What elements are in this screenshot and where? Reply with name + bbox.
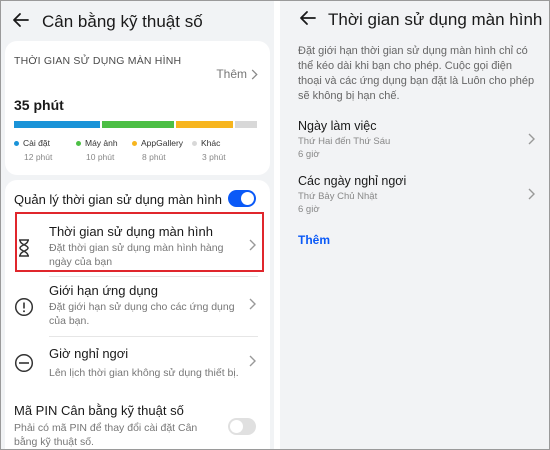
highlight-box	[15, 212, 264, 272]
row-title: Ngày làm việc	[298, 119, 377, 133]
screen-time-usage-card: THỜI GIAN SỬ DỤNG MÀN HÌNH Thêm 35 phút …	[5, 41, 270, 175]
legend-item: Khác 3 phút	[192, 138, 226, 162]
legend-name: Khác	[201, 138, 221, 148]
legend-time: 3 phút	[202, 152, 226, 162]
legend-dot	[76, 141, 81, 147]
legend-dot	[14, 141, 19, 147]
back-arrow-icon[interactable]	[11, 10, 31, 30]
left-top-bar: Cân bằng kỹ thuật số	[1, 1, 274, 43]
digital-balance-panel: Cân bằng kỹ thuật số THỜI GIAN SỬ DỤNG M…	[1, 1, 274, 449]
usage-bar-segment	[14, 121, 101, 128]
manage-screen-time-toggle[interactable]	[228, 190, 256, 207]
info-circle-icon	[14, 297, 34, 317]
legend-name: Máy ảnh	[85, 138, 118, 148]
pin-desc: Phải có mã PIN để thay đổi cài đặt Cân b…	[14, 422, 198, 448]
toggle-knob	[230, 420, 243, 433]
right-top-bar: Thời gian sử dụng màn hình	[280, 1, 549, 43]
usage-bar-segment	[102, 121, 174, 128]
usage-bar	[14, 121, 257, 128]
row-hours: 6 giờ	[298, 204, 320, 215]
usage-bar-segment	[175, 121, 234, 128]
minus-circle-icon	[14, 353, 34, 373]
rest-days-row[interactable]: Các ngày nghỉ ngơi Thứ Bảy Chủ Nhật 6 gi…	[280, 174, 549, 218]
row-days: Thứ Bảy Chủ Nhật	[298, 191, 378, 202]
toggle-knob	[241, 192, 254, 205]
item-desc: Lên lịch thời gian không sử dụng thiết b…	[49, 367, 239, 379]
usage-more-label: Thêm	[216, 67, 247, 81]
item-title: Giới hạn ứng dụng	[49, 283, 159, 298]
usage-total: 35 phút	[14, 97, 64, 113]
page-title: Cân bằng kỹ thuật số	[42, 12, 203, 31]
legend-name: Cài đặt	[23, 138, 50, 148]
chevron-right-icon	[248, 354, 256, 367]
downtime-item[interactable]: Giờ nghỉ ngơi Lên lịch thời gian không s…	[5, 346, 270, 386]
pin-title: Mã PIN Cân bằng kỹ thuật số	[14, 403, 184, 418]
app-limits-item[interactable]: Giới hạn ứng dụng Đặt giới hạn sử dụng c…	[5, 283, 270, 333]
workdays-row[interactable]: Ngày làm việc Thứ Hai đến Thứ Sáu 6 giờ	[280, 119, 549, 163]
legend-time: 12 phút	[24, 152, 53, 162]
item-title: Giờ nghỉ ngơi	[49, 346, 129, 361]
legend-item: AppGallery 8 phút	[132, 138, 183, 162]
divider	[49, 276, 258, 277]
legend-time: 10 phút	[86, 152, 115, 162]
legend-item: Máy ảnh 10 phút	[76, 138, 118, 162]
legend-name: AppGallery	[141, 138, 184, 148]
legend-dot	[192, 141, 197, 147]
chevron-right-icon	[527, 132, 535, 145]
usage-legend: Cài đặt 12 phút Máy ảnh 10 phút AppGallery 8 …	[14, 138, 257, 166]
chevron-right-icon	[251, 68, 258, 80]
pin-toggle[interactable]	[228, 418, 256, 435]
chevron-right-icon	[527, 187, 535, 200]
item-desc: Đặt giới hạn sử dụng cho các ứng dụng củ…	[49, 301, 235, 327]
row-days: Thứ Hai đến Thứ Sáu	[298, 136, 391, 147]
screen-time-description: Đặt giới hạn thời gian sử dụng màn hình …	[298, 45, 535, 102]
divider	[49, 336, 258, 337]
legend-dot	[132, 141, 137, 147]
usage-heading: THỜI GIAN SỬ DỤNG MÀN HÌNH	[14, 55, 182, 67]
legend-time: 8 phút	[142, 152, 166, 162]
manage-screen-time-label: Quản lý thời gian sử dụng màn hình	[14, 192, 223, 207]
add-schedule-link[interactable]: Thêm	[298, 233, 330, 247]
legend-item: Cài đặt 12 phút	[14, 138, 52, 162]
screen-time-panel: Thời gian sử dụng màn hình Đặt giới hạn …	[280, 1, 549, 449]
page-title: Thời gian sử dụng màn hình	[328, 10, 543, 29]
row-title: Các ngày nghỉ ngơi	[298, 174, 407, 188]
manage-screen-time-row[interactable]: Quản lý thời gian sử dụng màn hình	[5, 188, 270, 212]
row-hours: 6 giờ	[298, 149, 320, 160]
back-arrow-icon[interactable]	[298, 8, 318, 28]
chevron-right-icon	[248, 297, 256, 310]
usage-more-link[interactable]: Thêm	[216, 67, 258, 81]
usage-bar-segment	[235, 121, 257, 128]
